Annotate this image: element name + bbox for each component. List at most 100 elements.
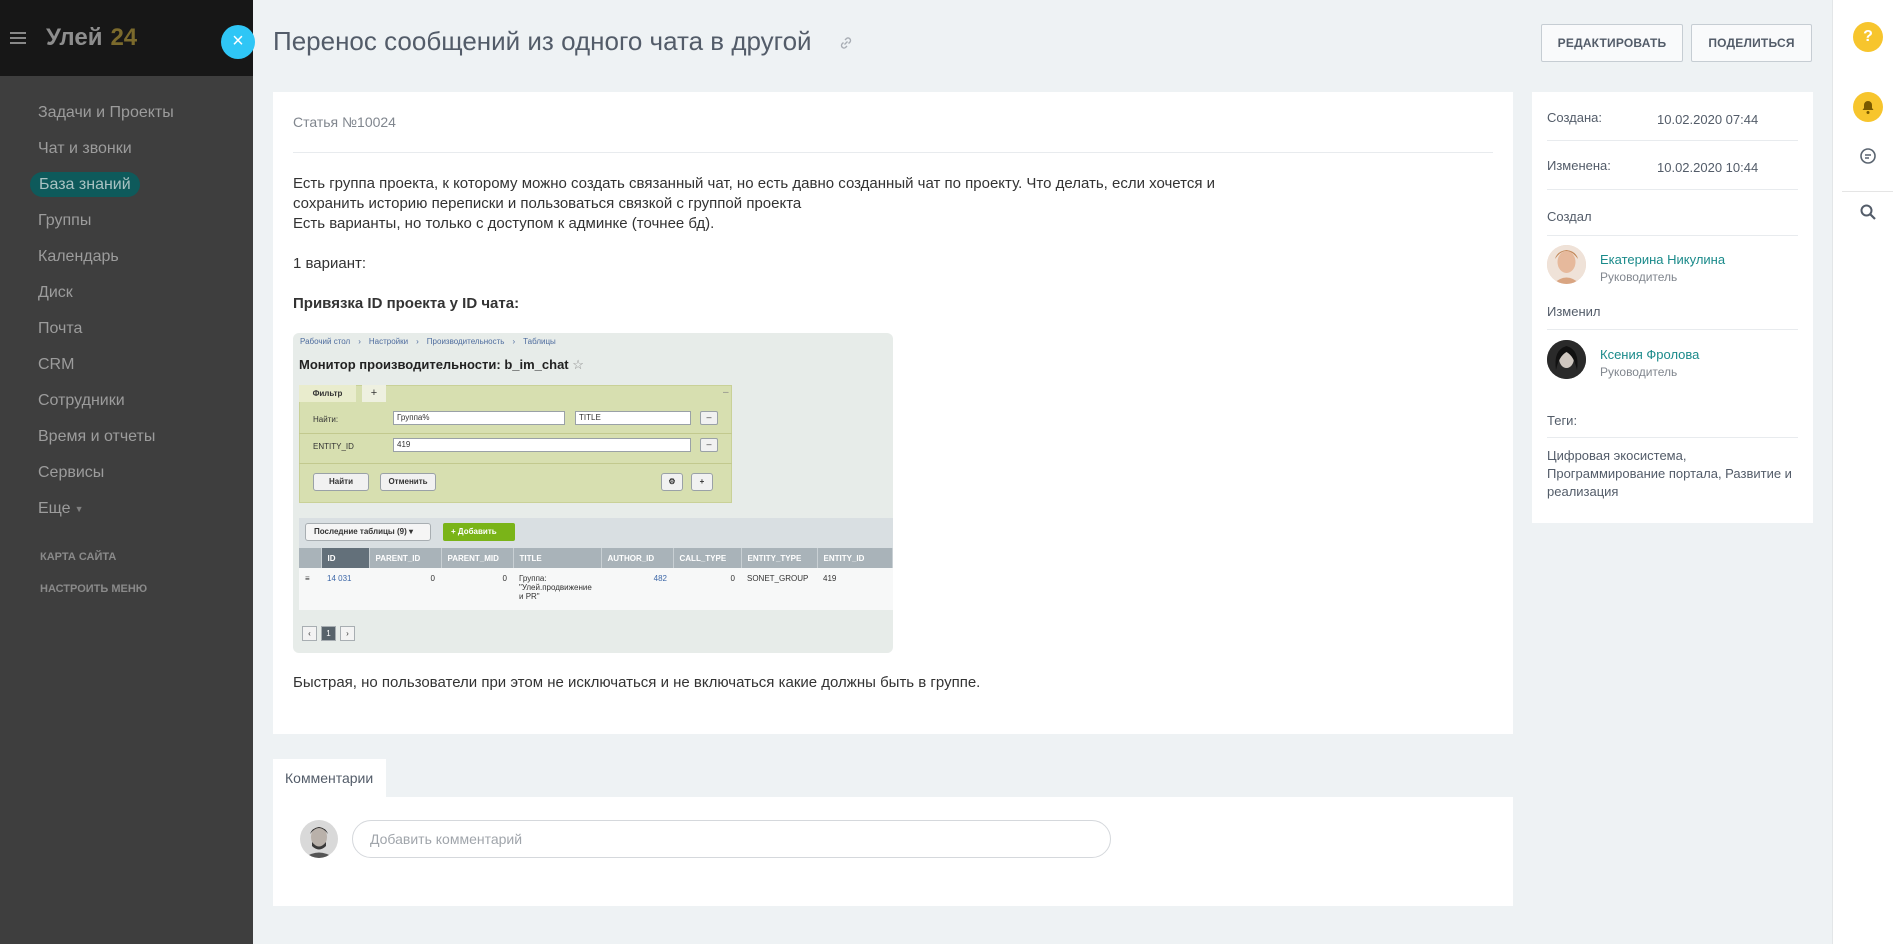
configure-menu-link[interactable]: НАСТРОИТЬ МЕНЮ <box>0 573 253 605</box>
help-button[interactable]: ? <box>1853 22 1883 52</box>
tags-label: Теги: <box>1547 413 1578 428</box>
creator-label: Создал <box>1547 209 1592 224</box>
screenshot-table: ID PARENT_ID PARENT_MID TITLE AUTHOR_ID … <box>299 548 893 610</box>
modifier-role: Руководитель <box>1600 365 1678 379</box>
sidebar-menu: Задачи и Проекты Чат и звонки База знани… <box>0 76 253 605</box>
minus-icon: – <box>700 438 718 452</box>
minimize-icon: – <box>723 387 729 398</box>
app-logo[interactable]: Улей 24 <box>46 24 137 52</box>
table-header: ENTITY_ID <box>817 548 893 568</box>
article-text: 1 вариант: <box>293 255 367 272</box>
notifications-button[interactable] <box>1853 92 1883 122</box>
article-text: Есть группа проекта, к которому можно со… <box>293 175 1216 192</box>
screenshot-find-label: Найти: <box>313 415 339 424</box>
modifier-label: Изменил <box>1547 304 1601 319</box>
chevron-right-icon: › <box>340 626 355 641</box>
star-icon: ☆ <box>572 357 584 372</box>
table-header: AUTHOR_ID <box>601 548 674 568</box>
table-row: ≡ 14 031 0 0 Группа: "Улей.продвижение и… <box>299 568 893 610</box>
tags-list[interactable]: Цифровая экосистема, Программирование по… <box>1547 447 1797 501</box>
tab-comments[interactable]: Комментарии <box>273 759 386 797</box>
sidebar-item-time-reports[interactable]: Время и отчеты <box>0 419 253 455</box>
table-header: CALL_TYPE <box>673 548 742 568</box>
screenshot-cancel-button: Отменить <box>380 473 436 491</box>
plus-icon: + <box>362 385 386 402</box>
table-header: TITLE <box>513 548 602 568</box>
link-icon[interactable] <box>839 36 853 55</box>
article-conclusion: Быстрая, но пользователи при этом не иск… <box>293 674 981 691</box>
edit-button[interactable]: РЕДАКТИРОВАТЬ <box>1541 24 1683 62</box>
logo-name: Улей <box>46 24 103 51</box>
sidebar-item-label: База знаний <box>30 172 140 197</box>
screenshot-pager: ‹ 1 › <box>302 626 359 641</box>
article-text: Есть варианты, но только с доступом к ад… <box>293 215 715 232</box>
avatar <box>300 820 338 858</box>
sidebar-item-disk[interactable]: Диск <box>0 275 253 311</box>
article-subheading: Привязка ID проекта у ID чата: <box>293 295 520 312</box>
screenshot-find-button: Найти <box>313 473 369 491</box>
screenshot-entity-label: ENTITY_ID <box>313 442 354 451</box>
drag-handle-icon: ≡ <box>299 568 321 610</box>
sidebar-item-chat[interactable]: Чат и звонки <box>0 131 253 167</box>
creator-name-link[interactable]: Екатерина Никулина <box>1600 252 1725 267</box>
changed-label: Изменена: <box>1547 158 1611 173</box>
sidebar-item-crm[interactable]: CRM <box>0 347 253 383</box>
created-value: 10.02.2020 07:44 <box>1657 112 1759 127</box>
table-header: ENTITY_TYPE <box>741 548 818 568</box>
search-button[interactable] <box>1853 196 1883 226</box>
share-button[interactable]: ПОДЕЛИТЬСЯ <box>1691 24 1812 62</box>
sidebar-item-more[interactable]: Еще ▼ <box>0 491 253 527</box>
comment-input[interactable]: Добавить комментарий <box>352 820 1111 858</box>
screenshot-filter-tab: Фильтр <box>299 385 356 402</box>
search-icon <box>1860 204 1876 220</box>
table-header: PARENT_MID <box>441 548 514 568</box>
avatar[interactable] <box>1547 340 1586 379</box>
avatar[interactable] <box>1547 245 1586 284</box>
screenshot-recent-tables: Последние таблицы (9) ▾ <box>305 523 431 541</box>
gear-icon: ⚙ <box>661 473 683 491</box>
question-icon: ? <box>1863 28 1873 45</box>
sidebar-item-services[interactable]: Сервисы <box>0 455 253 491</box>
menu-icon[interactable] <box>10 32 26 44</box>
screenshot-title: Монитор производительности: b_im_chat ☆ <box>299 357 584 372</box>
screenshot-find-select: TITLE <box>575 411 691 425</box>
minus-icon: – <box>700 411 718 425</box>
bell-icon <box>1862 101 1874 114</box>
modifier-name-link[interactable]: Ксения Фролова <box>1600 347 1699 362</box>
logo-number: 24 <box>110 24 138 51</box>
created-label: Создана: <box>1547 110 1602 125</box>
left-sidebar: Улей 24 Задачи и Проекты Чат и звонки Баз… <box>0 0 253 944</box>
article-text: сохранить историю переписки и пользовать… <box>293 195 802 212</box>
screenshot-breadcrumb: Рабочий стол › Настройки › Производительност… <box>300 337 556 346</box>
table-header: PARENT_ID <box>369 548 442 568</box>
close-icon: × <box>232 30 244 52</box>
changed-value: 10.02.2020 10:44 <box>1657 160 1759 175</box>
embedded-screenshot[interactable]: Рабочий стол › Настройки › Производительност… <box>293 333 893 653</box>
sidebar-item-calendar[interactable]: Календарь <box>0 239 253 275</box>
article-info-card: Создана: 10.02.2020 07:44 Изменена: 10.0… <box>1532 92 1813 523</box>
divider <box>293 152 1493 153</box>
close-slider-button[interactable]: × <box>221 25 255 59</box>
chevron-left-icon: ‹ <box>302 626 317 641</box>
screenshot-add-button: + Добавить <box>443 523 515 541</box>
sidebar-item-knowledge-base[interactable]: База знаний <box>0 167 253 203</box>
sidebar-item-label: Еще <box>38 500 71 518</box>
sidebar-item-employees[interactable]: Сотрудники <box>0 383 253 419</box>
plus-icon: + <box>691 473 713 491</box>
sidebar-item-tasks[interactable]: Задачи и Проекты <box>0 95 253 131</box>
creator-role: Руководитель <box>1600 270 1678 284</box>
article-body: Есть группа проекта, к которому можно со… <box>293 174 1293 314</box>
chevron-down-icon: ▼ <box>74 504 84 514</box>
sidebar-item-groups[interactable]: Группы <box>0 203 253 239</box>
page-title: Перенос сообщений из одного чата в друго… <box>273 26 812 56</box>
screenshot-entity-input: 419 <box>393 438 691 452</box>
screenshot-find-input: Группа% <box>393 411 565 425</box>
sidebar-header: Улей 24 <box>0 0 253 76</box>
article-number: Статья №10024 <box>293 114 396 130</box>
table-header: ID <box>321 548 370 568</box>
messages-button[interactable] <box>1853 140 1883 170</box>
sidebar-item-mail[interactable]: Почта <box>0 311 253 347</box>
article-card: Статья №10024 Есть группа проекта, к кот… <box>273 92 1513 734</box>
chat-icon <box>1860 148 1876 164</box>
site-map-link[interactable]: КАРТА САЙТА <box>0 541 253 573</box>
